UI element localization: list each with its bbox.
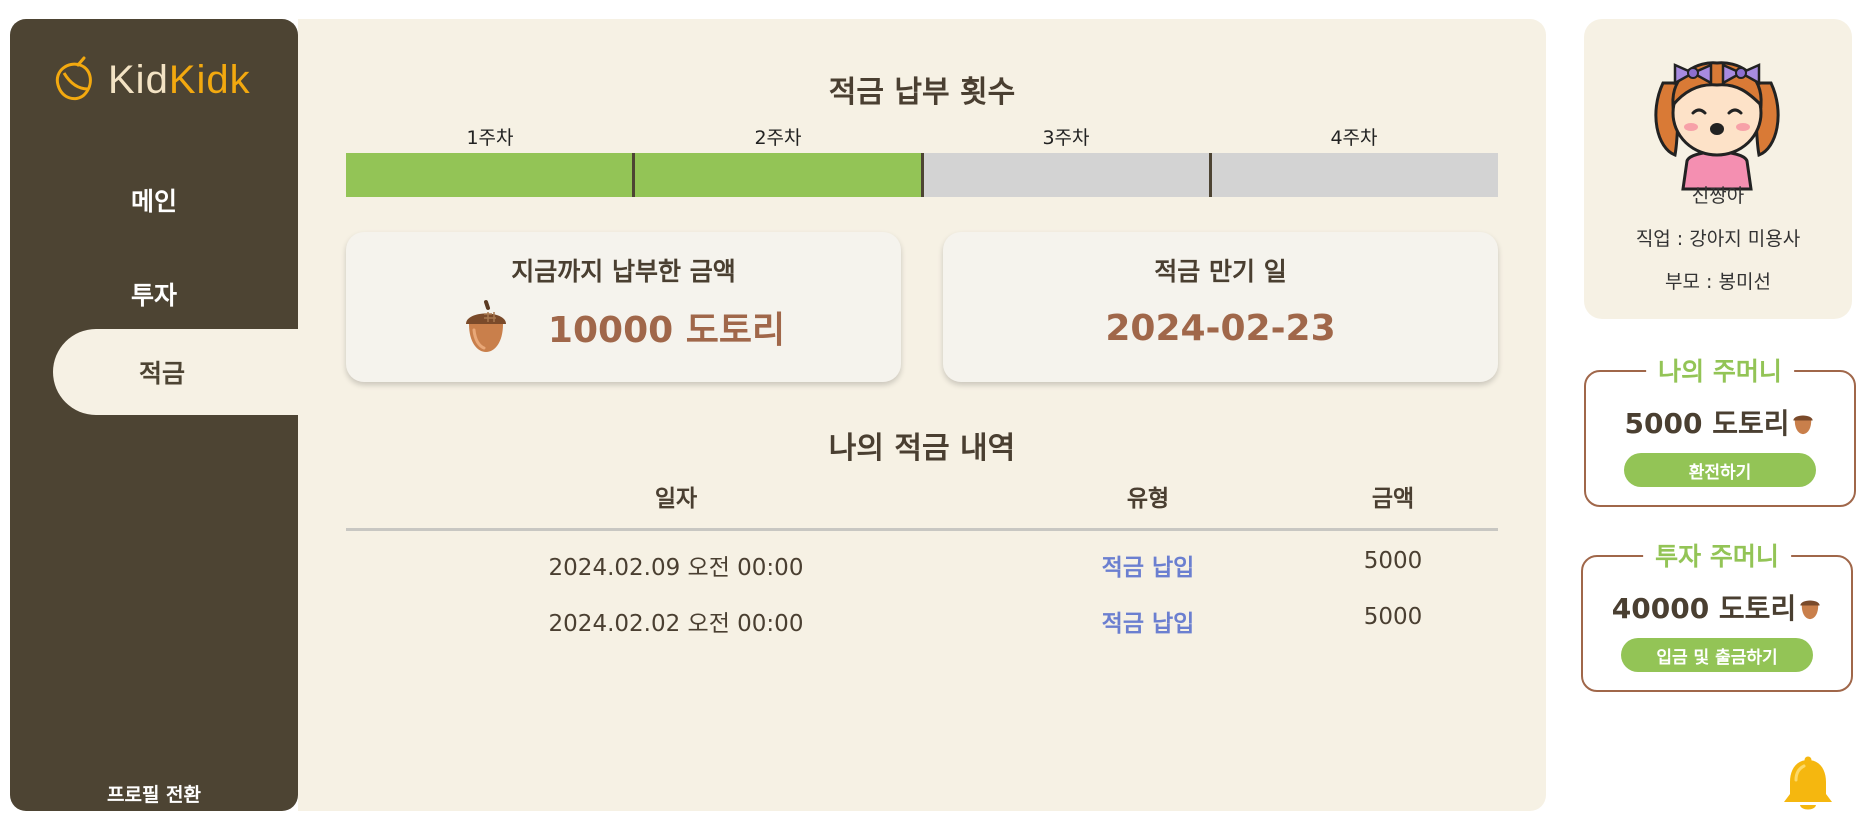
row-type-link[interactable]: 적금 납입 (1102, 548, 1195, 582)
row-amount: 5000 (1363, 604, 1423, 630)
week-label: 4주차 (1330, 127, 1378, 149)
row-type-link[interactable]: 적금 납입 (1102, 604, 1195, 638)
row-date: 2024.02.09 오전 00:00 (548, 555, 804, 581)
row-date: 2024.02.02 오전 00:00 (548, 611, 804, 637)
row-amount: 5000 (1363, 548, 1423, 574)
acorn-icon (465, 300, 506, 352)
profile-parent: 부모 : 봉미선 (1665, 271, 1771, 293)
progress-segment (1212, 153, 1498, 197)
progress-title: 적금 납부 횟수 (828, 75, 1016, 110)
table-row: 2024.02.02 오전 00:00 적금 납입 5000 (346, 604, 1498, 644)
main-panel: 적금 납부 횟수 1주차 2주차 3주차 4주차 지금까지 납부한 금액 100… (298, 19, 1546, 811)
progress-segment (346, 153, 635, 197)
maturity-date-title: 적금 만기 일 (1154, 257, 1287, 286)
my-pocket-card: 나의 주머니 5000 도토리 환전하기 (1584, 352, 1856, 507)
bell-icon[interactable] (1782, 756, 1834, 812)
profile-job: 직업 : 강아지 미용사 (1635, 228, 1801, 250)
my-pocket-amount: 5000 도토리 (1624, 407, 1790, 440)
profile-name: 신짱아 (1691, 185, 1745, 207)
history-table-header: 일자 유형 금액 (346, 479, 1498, 531)
payment-progress-bar (346, 153, 1498, 197)
week-label: 2주차 (754, 127, 802, 149)
invest-pocket-title: 투자 주머니 (1643, 537, 1791, 573)
week-label: 3주차 (1042, 127, 1090, 149)
my-pocket-title: 나의 주머니 (1646, 352, 1794, 388)
sidebar-item-invest[interactable]: 투자 (10, 251, 298, 337)
week-label: 1주차 (466, 127, 514, 149)
girl-avatar-icon[interactable] (1653, 43, 1781, 191)
progress-segment (924, 153, 1213, 197)
column-header-date: 일자 (654, 486, 698, 512)
table-row: 2024.02.09 오전 00:00 적금 납입 5000 (346, 548, 1498, 588)
app-logo[interactable]: KidKidk (48, 55, 251, 105)
exchange-button[interactable]: 환전하기 (1624, 453, 1816, 487)
progress-segment (634, 153, 924, 197)
maturity-date-card: 적금 만기 일 2024-02-23 (943, 232, 1498, 382)
paid-amount-value: 10000 도토리 (547, 310, 786, 351)
invest-pocket-amount-row: 40000 도토리 (1583, 587, 1851, 627)
paid-amount-card: 지금까지 납부한 금액 10000 도토리 (346, 232, 901, 382)
sidebar-item-main[interactable]: 메인 (10, 157, 298, 243)
maturity-date-value: 2024-02-23 (1105, 308, 1336, 349)
week-labels: 1주차 2주차 3주차 4주차 (346, 123, 1498, 150)
sidebar-item-label: 적금 (139, 359, 186, 388)
sidebar: KidKidk 메인 투자 적금 프로필 전환 (10, 19, 298, 811)
deposit-withdraw-button[interactable]: 입금 및 출금하기 (1621, 638, 1813, 672)
paid-amount-title: 지금까지 납부한 금액 (511, 257, 736, 286)
sidebar-item-savings[interactable]: 적금 (53, 329, 298, 415)
paid-amount-row: 10000 도토리 (346, 298, 901, 356)
profile-switch-button[interactable]: 프로필 전환 (10, 780, 298, 807)
sidebar-item-label: 투자 (130, 281, 177, 310)
sidebar-item-label: 메인 (130, 187, 177, 216)
acorn-icon (1800, 600, 1820, 620)
column-header-type: 유형 (1126, 486, 1170, 512)
history-title: 나의 적금 내역 (828, 431, 1016, 466)
my-pocket-amount-row: 5000 도토리 (1586, 402, 1854, 442)
invest-pocket-amount: 40000 도토리 (1611, 592, 1797, 625)
acorn-icon (1793, 415, 1814, 435)
column-header-amount: 금액 (1371, 486, 1415, 512)
invest-pocket-card: 투자 주머니 40000 도토리 입금 및 출금하기 (1581, 537, 1853, 692)
acorn-logo-icon (55, 56, 92, 101)
app-name: KidKidk (108, 57, 251, 102)
profile-card: 신짱아 직업 : 강아지 미용사 부모 : 봉미선 (1584, 19, 1852, 319)
